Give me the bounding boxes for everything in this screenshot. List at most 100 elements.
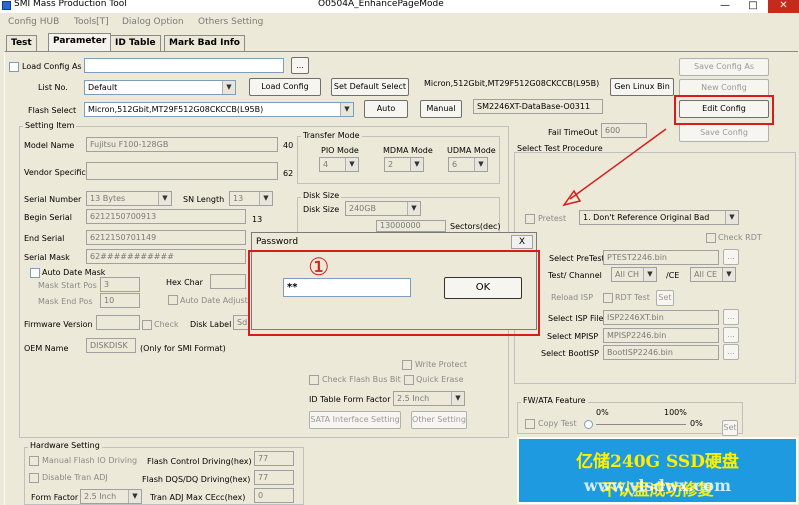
chevron-down-icon[interactable]: ▼ <box>345 158 358 171</box>
auto-button[interactable]: Auto <box>364 100 408 118</box>
disable-tran-adj-checkbox[interactable] <box>29 473 39 483</box>
menu-bar: Config HUB Tools[T] Dialog Option Others… <box>0 15 799 31</box>
select-isp-file-input[interactable]: ISP2246XT.bin <box>603 310 719 325</box>
firmware-version-label: Firmware Version <box>24 320 93 329</box>
load-config-button[interactable]: Load Config <box>249 78 321 96</box>
chevron-down-icon[interactable]: ▼ <box>474 158 487 171</box>
chevron-down-icon[interactable]: ▼ <box>725 211 738 224</box>
serial-mask-input[interactable]: 62########### <box>86 249 246 264</box>
chevron-down-icon[interactable]: ▼ <box>410 158 423 171</box>
load-config-as-checkbox[interactable] <box>9 62 19 72</box>
rdt-test-checkbox[interactable] <box>603 293 613 303</box>
tab-id-table[interactable]: ID Table <box>110 35 161 52</box>
tab-test[interactable]: Test <box>6 35 37 52</box>
password-input[interactable]: ** <box>283 278 411 297</box>
load-config-as-path[interactable] <box>84 58 284 73</box>
disk-sectors-input[interactable]: 13000000 <box>376 220 446 232</box>
copy-test-slider-track[interactable] <box>596 424 686 425</box>
load-config-browse-button[interactable]: ... <box>291 57 309 74</box>
vendor-specific-label: Vendor Specific <box>24 168 86 177</box>
pretest-checkbox[interactable] <box>525 214 535 224</box>
select-bootisp-browse[interactable]: ... <box>723 344 739 360</box>
disk-size-select[interactable]: 240GB ▼ <box>345 201 421 216</box>
form-factor-select[interactable]: 2.5 Inch ▼ <box>80 489 142 504</box>
manual-button[interactable]: Manual <box>420 100 462 118</box>
flash-select-dropdown[interactable]: Micron,512Gbit,MT29F512G08CKCCB(L95B) ▼ <box>84 102 354 117</box>
close-icon[interactable]: ✕ <box>768 0 799 13</box>
set-default-select-button[interactable]: Set Default Select <box>331 78 409 96</box>
quick-erase-checkbox[interactable] <box>404 375 414 385</box>
select-pretest-browse[interactable]: ... <box>723 249 739 265</box>
pretest-mode-select[interactable]: 1. Don't Reference Original Bad ▼ <box>579 210 739 225</box>
maximize-icon[interactable]: □ <box>740 0 766 13</box>
select-mpisp-input[interactable]: MPISP2246.bin <box>603 328 719 343</box>
id-table-form-factor-select[interactable]: 2.5 Inch ▼ <box>393 391 465 406</box>
fw-ata-set-button[interactable]: Set <box>722 420 738 436</box>
ok-button[interactable]: OK <box>444 277 522 299</box>
firmware-check-checkbox[interactable] <box>142 320 152 330</box>
close-icon[interactable]: X <box>511 235 533 249</box>
ce-select[interactable]: All CE ▼ <box>690 267 736 282</box>
menu-dialog-option[interactable]: Dialog Option <box>122 17 184 27</box>
list-no-select[interactable]: Default ▼ <box>84 80 236 95</box>
manual-flash-io-checkbox[interactable] <box>29 456 39 466</box>
mdma-mode-select[interactable]: 2 ▼ <box>384 157 424 172</box>
rdt-set-button[interactable]: Set <box>656 290 674 306</box>
oem-name-label: OEM Name <box>24 344 69 353</box>
other-setting-button[interactable]: Other Setting <box>411 411 467 429</box>
disk-label-input[interactable]: Sd <box>233 315 249 330</box>
serial-number-select[interactable]: 13 Bytes ▼ <box>86 191 172 206</box>
fw-ata-max-percent: 100% <box>664 408 687 417</box>
vendor-specific-input[interactable] <box>86 162 278 180</box>
password-dialog: Password X ① ** OK <box>248 232 540 336</box>
auto-date-adjust-checkbox[interactable] <box>168 295 178 305</box>
chevron-down-icon[interactable]: ▼ <box>722 268 735 281</box>
chevron-down-icon[interactable]: ▼ <box>340 103 353 116</box>
flash-dqs-driving-input[interactable]: 77 <box>254 470 294 485</box>
menu-config-hub[interactable]: Config HUB <box>8 17 59 27</box>
udma-mode-select[interactable]: 6 ▼ <box>448 157 488 172</box>
select-isp-file-label: Select ISP File <box>548 314 604 323</box>
gen-linux-bin-button[interactable]: Gen Linux Bin <box>610 78 674 96</box>
chevron-down-icon[interactable]: ▼ <box>128 490 141 503</box>
check-flash-bus-bit-checkbox[interactable] <box>309 375 319 385</box>
chevron-down-icon[interactable]: ▼ <box>407 202 420 215</box>
chevron-down-icon[interactable]: ▼ <box>643 268 656 281</box>
copy-test-checkbox[interactable] <box>525 419 535 429</box>
check-rdt-checkbox[interactable] <box>706 233 716 243</box>
select-isp-browse[interactable]: ... <box>723 309 739 325</box>
sn-length-label: SN Length <box>183 195 225 204</box>
firmware-version-input[interactable] <box>96 315 140 330</box>
auto-date-mask-checkbox[interactable] <box>30 268 40 278</box>
copy-test-slider-handle[interactable] <box>584 420 593 429</box>
watermark-banner: 亿储240G SSD硬盘 不认盘成功修复 www.ylsdwx.com <box>517 437 798 504</box>
minimize-icon[interactable]: — <box>712 0 738 13</box>
mask-end-pos-input[interactable]: 10 <box>100 293 140 308</box>
select-bootisp-input[interactable]: BootISP2246.bin <box>603 345 719 360</box>
flash-control-driving-input[interactable]: 77 <box>254 451 294 466</box>
begin-serial-input[interactable]: 6212150700913 <box>86 209 246 224</box>
channel-select[interactable]: All CH ▼ <box>611 267 657 282</box>
chevron-down-icon[interactable]: ▼ <box>222 81 235 94</box>
save-config-as-button[interactable]: Save Config As <box>679 58 769 76</box>
oem-name-input[interactable]: DISKDISK <box>86 338 136 353</box>
save-config-button[interactable]: Save Config <box>679 124 769 142</box>
sata-interface-setting-button[interactable]: SATA Interface Setting <box>309 411 401 429</box>
end-serial-input[interactable]: 6212150701149 <box>86 230 246 245</box>
tab-mark-bad-info[interactable]: Mark Bad Info <box>164 35 245 52</box>
mask-start-pos-input[interactable]: 3 <box>100 277 140 292</box>
model-name-input[interactable]: Fujitsu F100-128GB <box>86 137 278 152</box>
menu-others-setting[interactable]: Others Setting <box>198 17 263 27</box>
select-pretest-input[interactable]: PTEST2246.bin <box>603 250 719 265</box>
tab-parameter[interactable]: Parameter <box>48 33 112 52</box>
select-mpisp-browse[interactable]: ... <box>723 327 739 343</box>
pio-mode-select[interactable]: 4 ▼ <box>319 157 359 172</box>
tran-adj-max-input[interactable]: 0 <box>254 488 294 503</box>
chevron-down-icon[interactable]: ▼ <box>259 192 272 205</box>
menu-tools[interactable]: Tools[T] <box>74 17 109 27</box>
chevron-down-icon[interactable]: ▼ <box>451 392 464 405</box>
sn-length-select[interactable]: 13 ▼ <box>229 191 273 206</box>
chevron-down-icon[interactable]: ▼ <box>158 192 171 205</box>
write-protect-checkbox[interactable] <box>402 360 412 370</box>
hex-char-input[interactable] <box>210 274 246 289</box>
